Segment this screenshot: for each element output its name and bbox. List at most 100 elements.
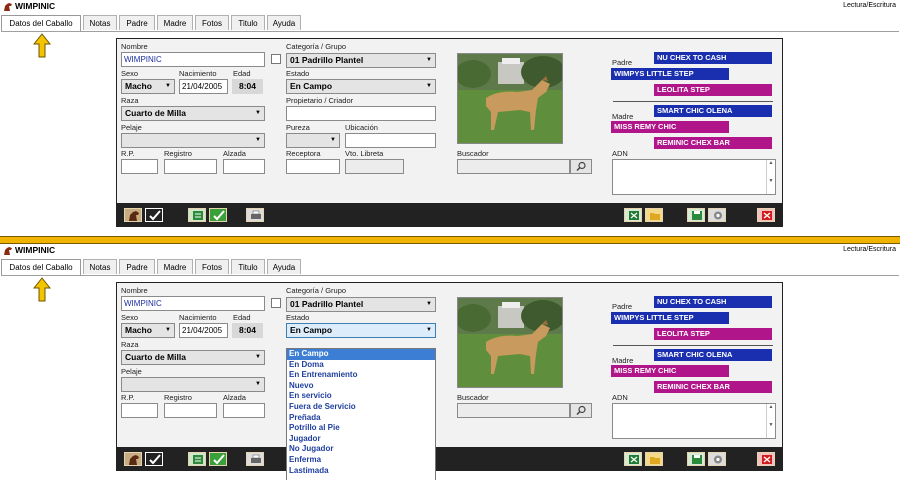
dam-dam-name[interactable]: REMINIC CHEX BAR xyxy=(654,381,772,393)
save-button[interactable] xyxy=(687,452,705,466)
scrollbar[interactable]: ▲ ▼ xyxy=(766,160,775,194)
sire-dam-name[interactable]: LEOLITA STEP xyxy=(654,84,772,96)
save-button[interactable] xyxy=(687,208,705,222)
tab-ayuda[interactable]: Ayuda xyxy=(267,259,301,274)
dam-name[interactable]: MISS REMY CHIC xyxy=(611,365,729,377)
adn-textarea[interactable]: ▲ ▼ xyxy=(612,403,776,439)
nombre-input[interactable]: WIMPINIC xyxy=(121,296,265,311)
app-title: WIMPINIC xyxy=(15,1,56,11)
buscador-input[interactable] xyxy=(457,159,570,174)
tab-datos-caballo[interactable]: Datos del Caballo xyxy=(1,15,81,31)
nacimiento-input[interactable]: 21/04/2005 xyxy=(179,79,228,94)
sexo-select[interactable]: Macho ▼ xyxy=(121,323,175,338)
tab-ayuda[interactable]: Ayuda xyxy=(267,15,301,30)
estado-select[interactable]: En Campo ▼ xyxy=(286,79,436,94)
estado-value: En Campo xyxy=(290,81,333,91)
estado-option[interactable]: Lastimada xyxy=(287,466,435,477)
sire-name[interactable]: WIMPYS LITTLE STEP xyxy=(611,312,729,324)
tab-notas[interactable]: Notas xyxy=(83,15,117,30)
nombre-checkbox[interactable] xyxy=(271,54,281,64)
folder-button[interactable] xyxy=(645,208,663,222)
tab-madre[interactable]: Madre xyxy=(157,15,193,30)
ubicacion-input[interactable] xyxy=(345,133,436,148)
tab-titulo[interactable]: Titulo xyxy=(231,15,265,30)
pelaje-select[interactable]: ▼ xyxy=(121,133,265,148)
close-button[interactable] xyxy=(757,208,775,222)
tab-padre[interactable]: Padre xyxy=(119,15,155,30)
sire-name[interactable]: WIMPYS LITTLE STEP xyxy=(611,68,729,80)
estado-option[interactable]: En servicio xyxy=(287,391,435,402)
tab-datos-caballo[interactable]: Datos del Caballo xyxy=(1,259,81,275)
nombre-checkbox[interactable] xyxy=(271,298,281,308)
nombre-input[interactable]: WIMPINIC xyxy=(121,52,265,67)
list-icon xyxy=(193,211,203,220)
adn-textarea[interactable]: ▲ ▼ xyxy=(612,159,776,195)
tab-padre[interactable]: Padre xyxy=(119,259,155,274)
print-button[interactable] xyxy=(246,208,264,222)
estado-option[interactable]: En Campo xyxy=(287,349,435,360)
sexo-select[interactable]: Macho ▼ xyxy=(121,79,175,94)
rp-input[interactable] xyxy=(121,159,158,174)
estado-option[interactable]: En Entrenamiento xyxy=(287,370,435,381)
list-button[interactable] xyxy=(188,208,206,222)
chevron-down-icon: ▼ xyxy=(426,57,432,63)
raza-select[interactable]: Cuarto de Milla ▼ xyxy=(121,350,265,365)
print-button[interactable] xyxy=(246,452,264,466)
vto-libreta-input[interactable] xyxy=(345,159,404,174)
estado-option[interactable]: En Doma xyxy=(287,360,435,371)
estado-option[interactable]: No Jugador xyxy=(287,444,435,455)
dam-sire-name[interactable]: SMART CHIC OLENA xyxy=(654,105,772,117)
raza-select[interactable]: Cuarto de Milla ▼ xyxy=(121,106,265,121)
title-bar: WIMPINIC Lectura/Escritura xyxy=(0,244,900,257)
buscador-input[interactable] xyxy=(457,403,570,418)
horse-button[interactable] xyxy=(124,452,142,466)
tab-notas[interactable]: Notas xyxy=(83,259,117,274)
dam-name[interactable]: MISS REMY CHIC xyxy=(611,121,729,133)
search-button[interactable] xyxy=(570,159,592,174)
estado-option[interactable]: Enferma xyxy=(287,455,435,466)
rp-input[interactable] xyxy=(121,403,158,418)
check-button[interactable] xyxy=(145,452,163,466)
tab-fotos[interactable]: Fotos xyxy=(195,15,229,30)
horse-button[interactable] xyxy=(124,208,142,222)
dam-dam-name[interactable]: REMINIC CHEX BAR xyxy=(654,137,772,149)
list-button[interactable] xyxy=(188,452,206,466)
estado-option[interactable]: Fuera de Servicio xyxy=(287,402,435,413)
close-button[interactable] xyxy=(757,452,775,466)
raza-label: Raza xyxy=(121,340,139,349)
tab-madre[interactable]: Madre xyxy=(157,259,193,274)
settings-button[interactable] xyxy=(708,452,726,466)
alzada-input[interactable] xyxy=(223,403,265,418)
nacimiento-input[interactable]: 21/04/2005 xyxy=(179,323,228,338)
pureza-select[interactable]: ▼ xyxy=(286,133,340,148)
pelaje-select[interactable]: ▼ xyxy=(121,377,265,392)
dam-sire-name[interactable]: SMART CHIC OLENA xyxy=(654,349,772,361)
categoria-select[interactable]: 01 Padrillo Plantel ▼ xyxy=(286,53,436,68)
alzada-input[interactable] xyxy=(223,159,265,174)
search-button[interactable] xyxy=(570,403,592,418)
estado-option[interactable]: Jugador xyxy=(287,434,435,445)
categoria-select[interactable]: 01 Padrillo Plantel ▼ xyxy=(286,297,436,312)
approve-button[interactable] xyxy=(209,452,227,466)
estado-option[interactable]: Potrillo al Pie xyxy=(287,423,435,434)
receptora-input[interactable] xyxy=(286,159,340,174)
approve-button[interactable] xyxy=(209,208,227,222)
registro-input[interactable] xyxy=(164,159,217,174)
settings-button[interactable] xyxy=(708,208,726,222)
sire-dam-name[interactable]: LEOLITA STEP xyxy=(654,328,772,340)
sire-sire-name[interactable]: NU CHEX TO CASH xyxy=(654,52,772,64)
sire-sire-name[interactable]: NU CHEX TO CASH xyxy=(654,296,772,308)
tab-fotos[interactable]: Fotos xyxy=(195,259,229,274)
estado-select[interactable]: En Campo ▼ xyxy=(286,323,436,338)
excel-button[interactable] xyxy=(624,208,642,222)
estado-option[interactable]: Nuevo xyxy=(287,381,435,392)
propietario-input[interactable] xyxy=(286,106,436,121)
estado-option[interactable]: Preñada xyxy=(287,413,435,424)
scrollbar[interactable]: ▲ ▼ xyxy=(766,404,775,438)
tab-titulo[interactable]: Titulo xyxy=(231,259,265,274)
check-button[interactable] xyxy=(145,208,163,222)
screenshot-separator xyxy=(0,236,900,244)
folder-button[interactable] xyxy=(645,452,663,466)
excel-button[interactable] xyxy=(624,452,642,466)
registro-input[interactable] xyxy=(164,403,217,418)
